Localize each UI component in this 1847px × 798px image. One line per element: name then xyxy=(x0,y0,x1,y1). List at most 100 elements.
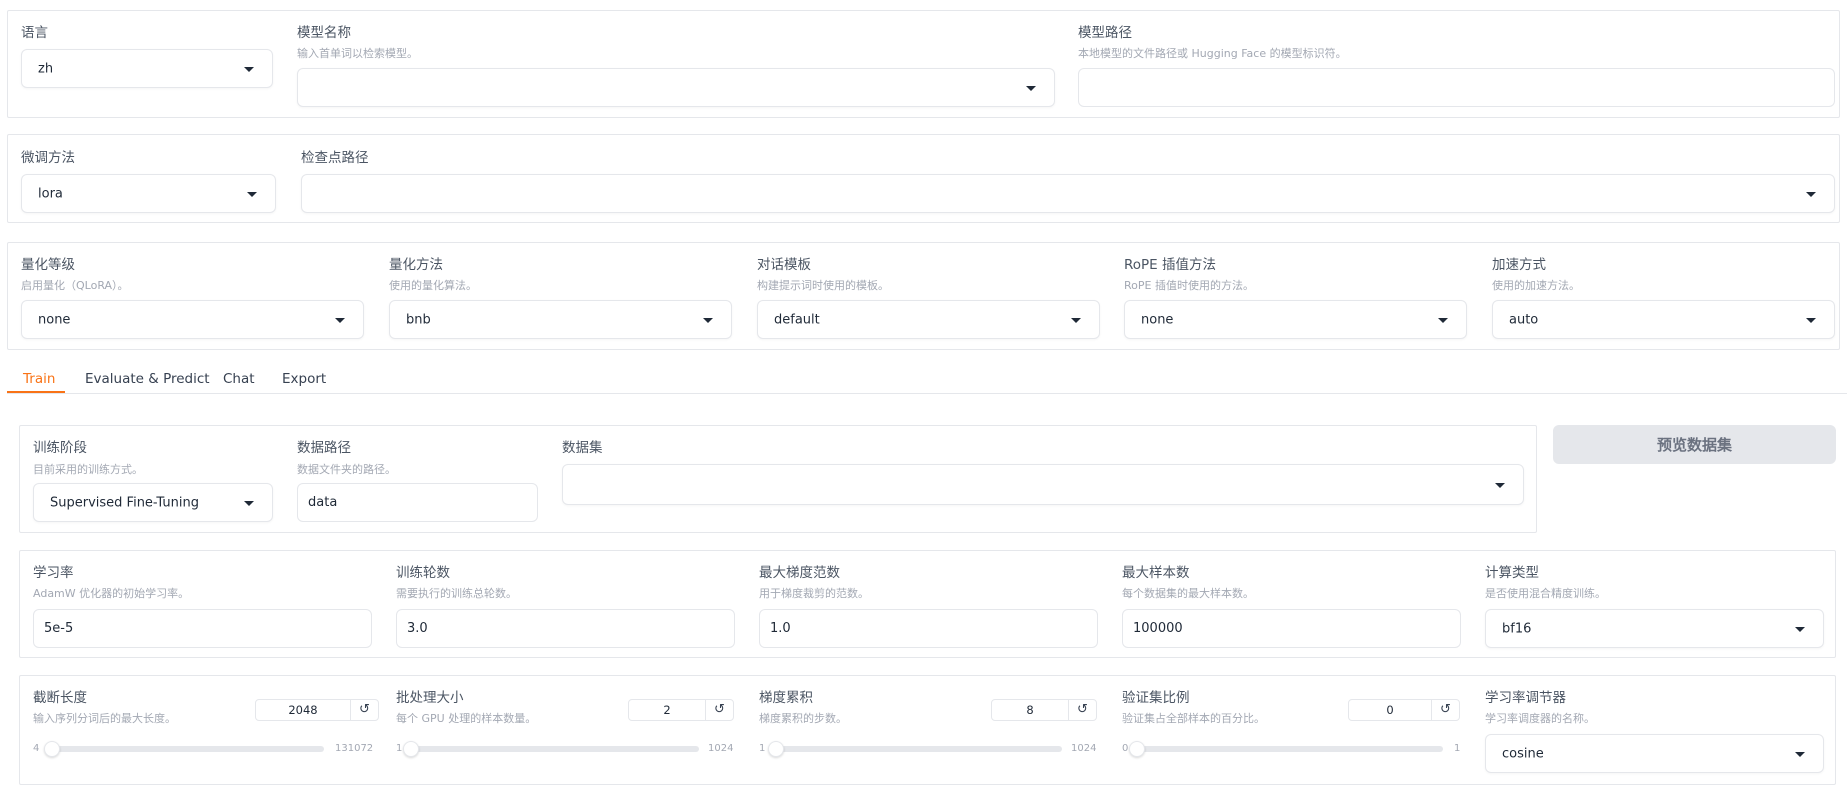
batch-size-min: 1 xyxy=(396,743,403,754)
language-dropdown[interactable]: zh xyxy=(21,49,273,88)
rope-dropdown[interactable]: none xyxy=(1124,300,1467,339)
max-grad-norm-label: 最大梯度范数 xyxy=(759,565,840,581)
template-value: default xyxy=(774,312,820,327)
batch-size-value: 2 xyxy=(663,703,671,717)
stage-value: Supervised Fine-Tuning xyxy=(50,495,199,510)
language-label: 语言 xyxy=(21,25,48,41)
quant-bit-value: none xyxy=(38,312,71,327)
chevron-down-icon xyxy=(703,317,713,323)
cutoff-len-slider[interactable] xyxy=(44,741,324,757)
tab-train[interactable]: Train xyxy=(23,371,55,387)
booster-dropdown[interactable]: auto xyxy=(1492,300,1835,339)
val-size-min: 0 xyxy=(1122,743,1129,754)
epochs-label: 训练轮数 xyxy=(396,565,450,581)
chevron-down-icon xyxy=(1795,751,1805,757)
batch-size-slider[interactable] xyxy=(403,741,699,757)
model-name-dropdown[interactable] xyxy=(297,68,1055,107)
max-samples-label: 最大样本数 xyxy=(1122,565,1190,581)
compute-type-info: 是否使用混合精度训练。 xyxy=(1485,587,1606,600)
chevron-down-icon xyxy=(1071,317,1081,323)
model-path-label: 模型路径 xyxy=(1078,25,1132,41)
rope-info: RoPE 插值时使用的方法。 xyxy=(1124,279,1254,292)
finetune-method-label: 微调方法 xyxy=(21,150,75,166)
reset-icon[interactable]: ↺ xyxy=(705,700,733,720)
chevron-down-icon xyxy=(1795,626,1805,632)
max-grad-norm-info: 用于梯度裁剪的范数。 xyxy=(759,587,869,600)
chevron-down-icon xyxy=(244,66,254,72)
finetune-method-value: lora xyxy=(38,186,63,201)
tab-bar xyxy=(7,393,1847,394)
stage-dropdown[interactable]: Supervised Fine-Tuning xyxy=(33,483,273,522)
chevron-down-icon xyxy=(244,500,254,506)
grad-accum-value: 8 xyxy=(1026,703,1034,717)
dataset-dir-input[interactable]: data xyxy=(297,483,538,522)
grad-accum-number[interactable]: 8 ↺ xyxy=(991,699,1097,721)
model-path-info: 本地模型的文件路径或 Hugging Face 的模型标识符。 xyxy=(1078,47,1347,60)
dataset-dir-label: 数据路径 xyxy=(297,440,351,456)
template-info: 构建提示词时使用的模板。 xyxy=(757,279,889,292)
val-size-handle[interactable] xyxy=(1129,741,1145,757)
cutoff-len-min: 4 xyxy=(33,743,40,754)
grad-accum-slider[interactable] xyxy=(767,741,1062,757)
checkpoint-dropdown[interactable] xyxy=(301,174,1835,213)
val-size-max: 1 xyxy=(1454,743,1461,754)
val-size-value: 0 xyxy=(1386,703,1394,717)
model-name-info: 输入首单词以检索模型。 xyxy=(297,47,418,60)
max-grad-norm-input[interactable]: 1.0 xyxy=(759,609,1098,648)
reset-icon[interactable]: ↺ xyxy=(1068,700,1096,720)
reset-icon[interactable]: ↺ xyxy=(1431,700,1459,720)
checkpoint-label: 检查点路径 xyxy=(301,150,369,166)
max-samples-input[interactable]: 100000 xyxy=(1122,609,1461,648)
stage-label: 训练阶段 xyxy=(33,440,87,456)
chevron-down-icon xyxy=(1806,191,1816,197)
epochs-input[interactable]: 3.0 xyxy=(396,609,735,648)
quant-method-label: 量化方法 xyxy=(389,257,443,273)
tab-export[interactable]: Export xyxy=(282,371,326,387)
lr-scheduler-label: 学习率调节器 xyxy=(1485,690,1566,706)
chevron-down-icon xyxy=(1495,482,1505,488)
finetune-method-dropdown[interactable]: lora xyxy=(21,174,276,213)
dataset-label: 数据集 xyxy=(562,440,603,456)
lr-scheduler-value: cosine xyxy=(1502,746,1544,761)
lr-scheduler-info: 学习率调度器的名称。 xyxy=(1485,712,1595,725)
preview-dataset-button[interactable]: 预览数据集 xyxy=(1553,425,1836,464)
model-name-label: 模型名称 xyxy=(297,25,351,41)
learning-rate-input[interactable]: 5e-5 xyxy=(33,609,372,648)
booster-info: 使用的加速方法。 xyxy=(1492,279,1580,292)
learning-rate-label: 学习率 xyxy=(33,565,74,581)
compute-type-label: 计算类型 xyxy=(1485,565,1539,581)
preview-dataset-label: 预览数据集 xyxy=(1656,436,1732,454)
tab-evaluate[interactable]: Evaluate & Predict xyxy=(85,371,210,387)
epochs-info: 需要执行的训练总轮数。 xyxy=(396,587,517,600)
dataset-dropdown[interactable] xyxy=(562,464,1524,505)
rope-value: none xyxy=(1141,312,1174,327)
booster-label: 加速方式 xyxy=(1492,257,1546,273)
val-size-info: 验证集占全部样本的百分比。 xyxy=(1122,712,1265,725)
val-size-number[interactable]: 0 ↺ xyxy=(1348,699,1460,721)
dataset-dir-info: 数据文件夹的路径。 xyxy=(297,463,396,476)
val-size-label: 验证集比例 xyxy=(1122,690,1190,706)
tab-train-underline xyxy=(7,391,65,393)
lr-scheduler-dropdown[interactable]: cosine xyxy=(1485,734,1824,773)
batch-size-max: 1024 xyxy=(708,743,734,754)
template-dropdown[interactable]: default xyxy=(757,300,1100,339)
quant-method-info: 使用的量化算法。 xyxy=(389,279,477,292)
cutoff-len-number[interactable]: 2048 ↺ xyxy=(255,699,379,721)
batch-size-label: 批处理大小 xyxy=(396,690,464,706)
grad-accum-label: 梯度累积 xyxy=(759,690,813,706)
rope-label: RoPE 插值方法 xyxy=(1124,257,1216,273)
chevron-down-icon xyxy=(1026,85,1036,91)
batch-size-number[interactable]: 2 ↺ xyxy=(628,699,734,721)
compute-type-dropdown[interactable]: bf16 xyxy=(1485,609,1824,648)
quant-method-dropdown[interactable]: bnb xyxy=(389,300,732,339)
template-label: 对话模板 xyxy=(757,257,811,273)
batch-size-info: 每个 GPU 处理的样本数量。 xyxy=(396,712,537,725)
grad-accum-handle[interactable] xyxy=(767,741,784,757)
quant-bit-dropdown[interactable]: none xyxy=(21,300,364,339)
quant-bit-label: 量化等级 xyxy=(21,257,75,273)
tab-chat[interactable]: Chat xyxy=(223,371,255,387)
reset-icon[interactable]: ↺ xyxy=(350,700,378,720)
val-size-slider[interactable] xyxy=(1129,741,1443,757)
chevron-down-icon xyxy=(1806,317,1816,323)
model-path-input[interactable] xyxy=(1078,68,1835,107)
